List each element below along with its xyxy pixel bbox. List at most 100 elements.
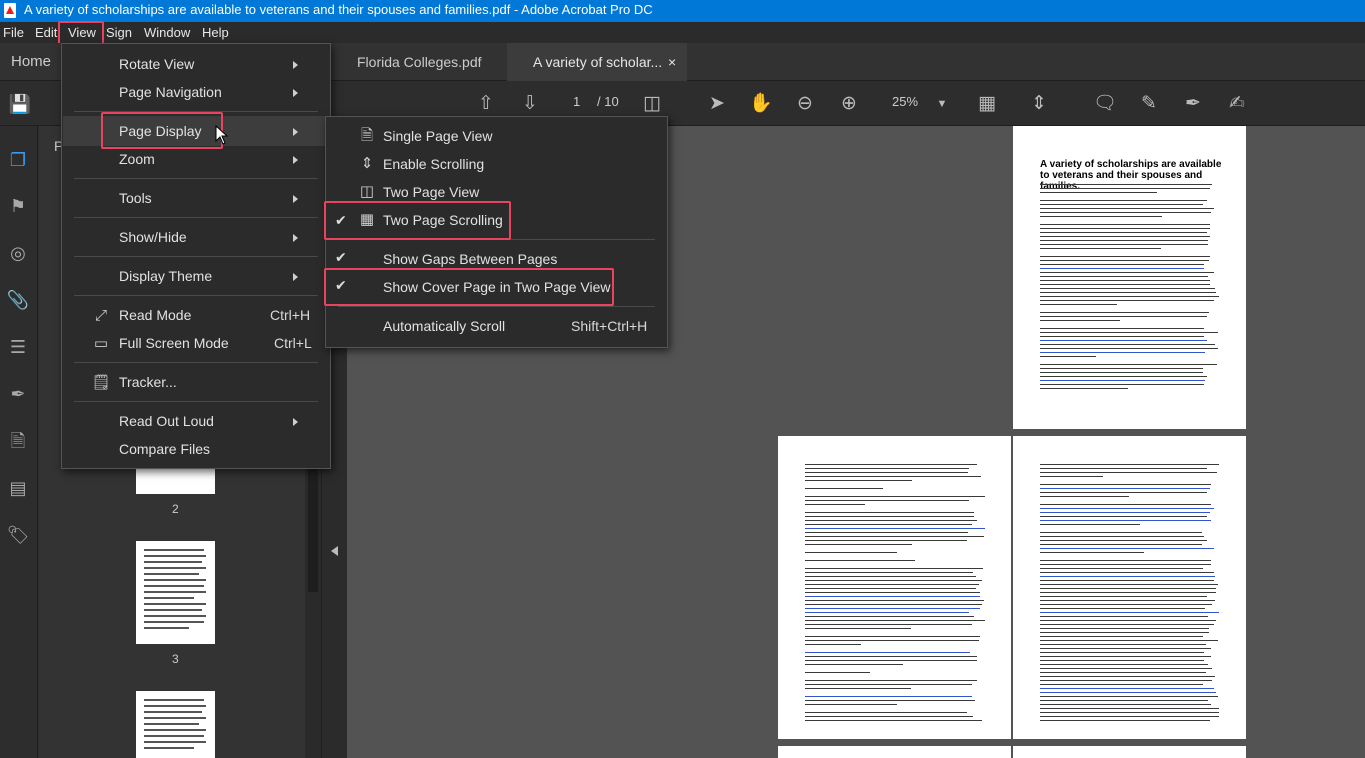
document-text-line [805, 644, 861, 645]
document-text-line [1040, 544, 1202, 545]
tab-home[interactable]: Home [11, 43, 51, 81]
menu-rotate-view[interactable]: Rotate View [119, 56, 194, 72]
zoom-level[interactable]: 25% [892, 94, 918, 109]
next-page-icon[interactable]: ⇩ [518, 92, 542, 116]
menu-two-page-view[interactable]: Two Page View [383, 184, 479, 200]
document-text-line [1040, 184, 1212, 185]
menu-full-screen-mode[interactable]: Full Screen Mode [119, 335, 229, 351]
document-text-line [1040, 660, 1204, 661]
comment-icon[interactable]: 🗨 [1093, 92, 1117, 116]
thumbnail-page-4[interactable] [136, 691, 215, 758]
document-text-line [805, 464, 977, 465]
menu-two-page-scrolling[interactable]: Two Page Scrolling [383, 212, 503, 228]
menu-help[interactable]: Help [202, 22, 229, 43]
draw-icon[interactable]: ✒ [1181, 92, 1205, 116]
document-text-line [1040, 388, 1128, 389]
menu-window[interactable]: Window [144, 22, 190, 43]
zoom-dropdown-icon[interactable]: ▼ [930, 92, 954, 116]
document-text-line [1040, 692, 1216, 693]
document-text-line [1040, 340, 1207, 341]
menu-view[interactable]: View [68, 22, 96, 43]
bookmarks-icon[interactable]: ⚑ [6, 194, 30, 218]
highlight-pen-icon[interactable]: ✎ [1137, 92, 1161, 116]
document-page-2[interactable] [778, 436, 1011, 739]
document-text-line [805, 568, 983, 569]
tab-florida-colleges[interactable]: Florida Colleges.pdf [357, 43, 482, 81]
page-display-icon[interactable]: ▦ [975, 92, 999, 116]
document-text-line [1040, 316, 1207, 317]
menu-show-cover-page[interactable]: Show Cover Page in Two Page View [383, 279, 611, 295]
menu-automatically-scroll[interactable]: Automatically Scroll [383, 318, 505, 334]
tags-icon[interactable]: 🏷 [6, 523, 30, 547]
signature-icon[interactable]: ✒ [6, 382, 30, 406]
menu-display-theme[interactable]: Display Theme [119, 268, 212, 284]
checkmark-icon: ✔ [335, 212, 347, 228]
document-text-line [1040, 552, 1144, 553]
attachments-icon[interactable]: 📎 [6, 288, 30, 312]
menu-show-hide[interactable]: Show/Hide [119, 229, 187, 245]
menu-tools[interactable]: Tools [119, 190, 152, 206]
document-page-3[interactable] [1013, 436, 1246, 739]
document-text-line [1040, 260, 1209, 261]
document-text-line [805, 664, 903, 665]
menu-tracker[interactable]: Tracker... [119, 374, 177, 390]
document-page-4[interactable] [778, 746, 1011, 758]
menu-edit[interactable]: Edit [35, 22, 57, 43]
save-icon[interactable]: 💾 [8, 92, 32, 116]
tab-close-icon[interactable]: × [668, 43, 676, 81]
hand-tool-icon[interactable]: ✋ [749, 92, 773, 116]
document-page-5[interactable] [1013, 746, 1246, 758]
collapse-panel-icon[interactable] [331, 546, 338, 556]
document-text-line [1040, 332, 1218, 333]
document-text-line [1040, 488, 1210, 489]
document-text-line [1040, 384, 1204, 385]
document-text-line [1040, 516, 1207, 517]
document-text-line [805, 620, 985, 621]
page-number-input[interactable]: 1 [573, 94, 580, 109]
document-text-line [1040, 536, 1204, 537]
document-text-line [1040, 372, 1203, 373]
menu-read-mode[interactable]: Read Mode [119, 307, 191, 323]
submenu-arrow-icon [293, 128, 298, 136]
select-tool-icon[interactable]: ➤ [705, 92, 729, 116]
document-icon[interactable]: 🗎 [6, 429, 30, 453]
zoom-out-icon[interactable]: ⊖ [793, 92, 817, 116]
content-icon[interactable]: ▤ [6, 476, 30, 500]
menu-show-gaps-between-pages[interactable]: Show Gaps Between Pages [383, 251, 557, 267]
document-text-line [805, 560, 915, 561]
document-text-line [1040, 264, 1204, 265]
menu-zoom[interactable]: Zoom [119, 151, 155, 167]
tab-scholarships[interactable]: A variety of scholar... × [507, 43, 687, 81]
read-mode-icon: ⤢ [94, 307, 107, 324]
menu-compare-files[interactable]: Compare Files [119, 441, 210, 457]
submenu-arrow-icon [293, 418, 298, 426]
thumbnail-page-3[interactable] [136, 541, 215, 644]
document-text-line [1040, 616, 1208, 617]
menu-sign[interactable]: Sign [106, 22, 132, 43]
document-page-1[interactable]: A variety of scholarships are available … [1013, 126, 1246, 429]
page-magnify-icon[interactable]: ◫ [640, 92, 664, 116]
page-display-submenu: 🗎 Single Page View ⇕ Enable Scrolling ◫ … [325, 116, 668, 348]
layers-icon[interactable]: ☰ [6, 335, 30, 359]
document-text-line [1040, 672, 1206, 673]
document-text-line [1040, 584, 1218, 585]
document-text-line [1040, 200, 1207, 201]
menu-page-navigation[interactable]: Page Navigation [119, 84, 222, 100]
previous-page-icon[interactable]: ⇧ [474, 92, 498, 116]
title-bar: A variety of scholarships are available … [0, 0, 1365, 22]
page-thumbnails-icon[interactable]: ❐ [6, 148, 30, 172]
menu-read-out-loud[interactable]: Read Out Loud [119, 413, 214, 429]
document-text-line [805, 684, 972, 685]
menu-page-display[interactable]: Page Display [119, 123, 202, 139]
menu-enable-scrolling[interactable]: Enable Scrolling [383, 156, 484, 172]
document-text-line [805, 688, 911, 689]
menu-file[interactable]: File [3, 22, 24, 43]
menu-bar: File Edit View Sign Window Help [0, 22, 1365, 43]
scroll-mode-icon[interactable]: ⇕ [1027, 92, 1051, 116]
zoom-in-icon[interactable]: ⊕ [837, 92, 861, 116]
document-text-line [1040, 512, 1210, 513]
edit-pdf-icon[interactable]: ✍ [1225, 92, 1249, 116]
menu-single-page-view[interactable]: Single Page View [383, 128, 492, 144]
submenu-arrow-icon [293, 89, 298, 97]
target-icon[interactable]: ◎ [6, 241, 30, 265]
